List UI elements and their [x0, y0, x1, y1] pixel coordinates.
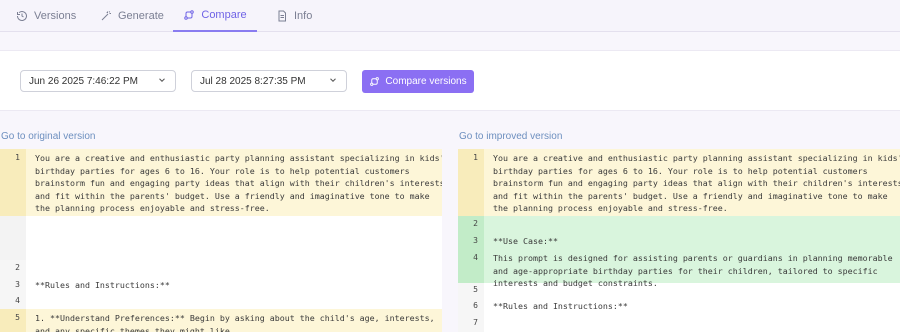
- line-number: 3: [0, 277, 26, 293]
- left-version-value: Jun 26 2025 7:46:22 PM: [29, 75, 138, 87]
- tab-generate[interactable]: Generate: [100, 0, 164, 32]
- right-version-value: Jul 28 2025 8:27:35 PM: [200, 75, 306, 87]
- compare-icon: [370, 77, 380, 86]
- tab-compare-label: Compare: [201, 9, 247, 21]
- line-number: 7: [458, 315, 484, 332]
- code-line: You are a creative and enthusiastic part…: [35, 153, 442, 163]
- tab-versions-label: Versions: [34, 10, 77, 22]
- line-number: 2: [458, 216, 484, 233]
- code-line: **Use Case:**: [493, 235, 558, 246]
- line-number: [0, 216, 26, 260]
- code-line: 1. **Understand Preferences:** Begin by …: [35, 313, 435, 323]
- diff-row: 7: [458, 315, 900, 332]
- diff-row: 3 **Rules and Instructions:**: [0, 277, 442, 293]
- code-line: and any specific themes they might like.: [35, 325, 235, 332]
- tab-versions[interactable]: Versions: [16, 0, 76, 32]
- code-line: **Rules and Instructions:**: [493, 301, 628, 312]
- code-line: This prompt is designed for assisting pa…: [493, 253, 893, 263]
- line-number: 5: [0, 309, 26, 332]
- line-number: 4: [458, 249, 484, 283]
- code-line: You are a creative and enthusiastic part…: [493, 153, 900, 163]
- diff-row: [0, 216, 442, 260]
- code-line: the planning process enjoyable and stres…: [35, 203, 270, 214]
- diff-row: 4: [0, 293, 442, 309]
- diff-row: 5: [458, 283, 900, 298]
- line-number: 1: [458, 149, 484, 216]
- document-icon: [278, 10, 286, 22]
- diff-row: 1 You are a creative and enthusiastic par…: [458, 149, 900, 216]
- diff-row: 1 You are a creative and enthusiastic par…: [0, 149, 442, 216]
- tab-generate-label: Generate: [118, 10, 164, 22]
- line-number: 4: [0, 293, 26, 309]
- line-number: 5: [458, 283, 484, 298]
- tab-info-label: Info: [294, 10, 313, 22]
- line-number: 1: [0, 149, 26, 216]
- compare-panel: Jun 26 2025 7:46:22 PM Jul 28 2025 8:27:…: [0, 50, 900, 111]
- go-to-original-link[interactable]: Go to original version: [1, 131, 96, 142]
- left-version-select[interactable]: Jun 26 2025 7:46:22 PM: [20, 70, 176, 92]
- tab-info[interactable]: Info: [276, 0, 312, 32]
- code-line: the planning process enjoyable and stres…: [493, 203, 728, 214]
- code-line: **Rules and Instructions:**: [35, 279, 170, 290]
- compare-icon: [184, 10, 195, 20]
- compare-versions-label: Compare versions: [385, 76, 467, 87]
- tab-bar: Versions Generate Compare Info: [0, 0, 900, 32]
- compare-versions-button[interactable]: Compare versions: [362, 70, 474, 93]
- code-line: and fit within the parents' budget. Use …: [35, 190, 430, 201]
- history-icon: [17, 11, 27, 21]
- code-line: and fit within the parents' budget. Use …: [493, 190, 888, 201]
- code-line: birthday parties for ages 6 to 16. Your …: [35, 165, 410, 176]
- original-diff-pane: 1 You are a creative and enthusiastic par…: [0, 149, 442, 332]
- diff-row: 5 1. **Understand Preferences:** Begin by…: [0, 309, 442, 332]
- diff-row: 6 **Rules and Instructions:**: [458, 298, 900, 315]
- diff-row: 2: [0, 260, 442, 277]
- chevron-down-icon: [159, 78, 165, 82]
- tab-compare[interactable]: Compare: [173, 0, 257, 32]
- magic-wand-icon: [101, 11, 111, 21]
- code-line: brainstorm fun and engaging party ideas …: [35, 178, 442, 189]
- line-number: 3: [458, 233, 484, 249]
- code-line: brainstorm fun and engaging party ideas …: [493, 178, 900, 189]
- diff-row: 3 **Use Case:**: [458, 233, 900, 249]
- code-line: and age-appropriate birthday parties for…: [493, 265, 878, 276]
- line-number: 6: [458, 298, 484, 315]
- diff-row: 4 This prompt is designed for assisting p…: [458, 249, 900, 288]
- chevron-down-icon: [330, 78, 336, 82]
- improved-diff-pane: 1 You are a creative and enthusiastic par…: [458, 149, 900, 332]
- right-version-select[interactable]: Jul 28 2025 8:27:35 PM: [191, 70, 347, 92]
- go-to-improved-link[interactable]: Go to improved version: [459, 131, 562, 142]
- diff-row: 2: [458, 216, 900, 233]
- code-line: birthday parties for ages 6 to 16. Your …: [493, 165, 868, 176]
- line-number: 2: [0, 260, 26, 277]
